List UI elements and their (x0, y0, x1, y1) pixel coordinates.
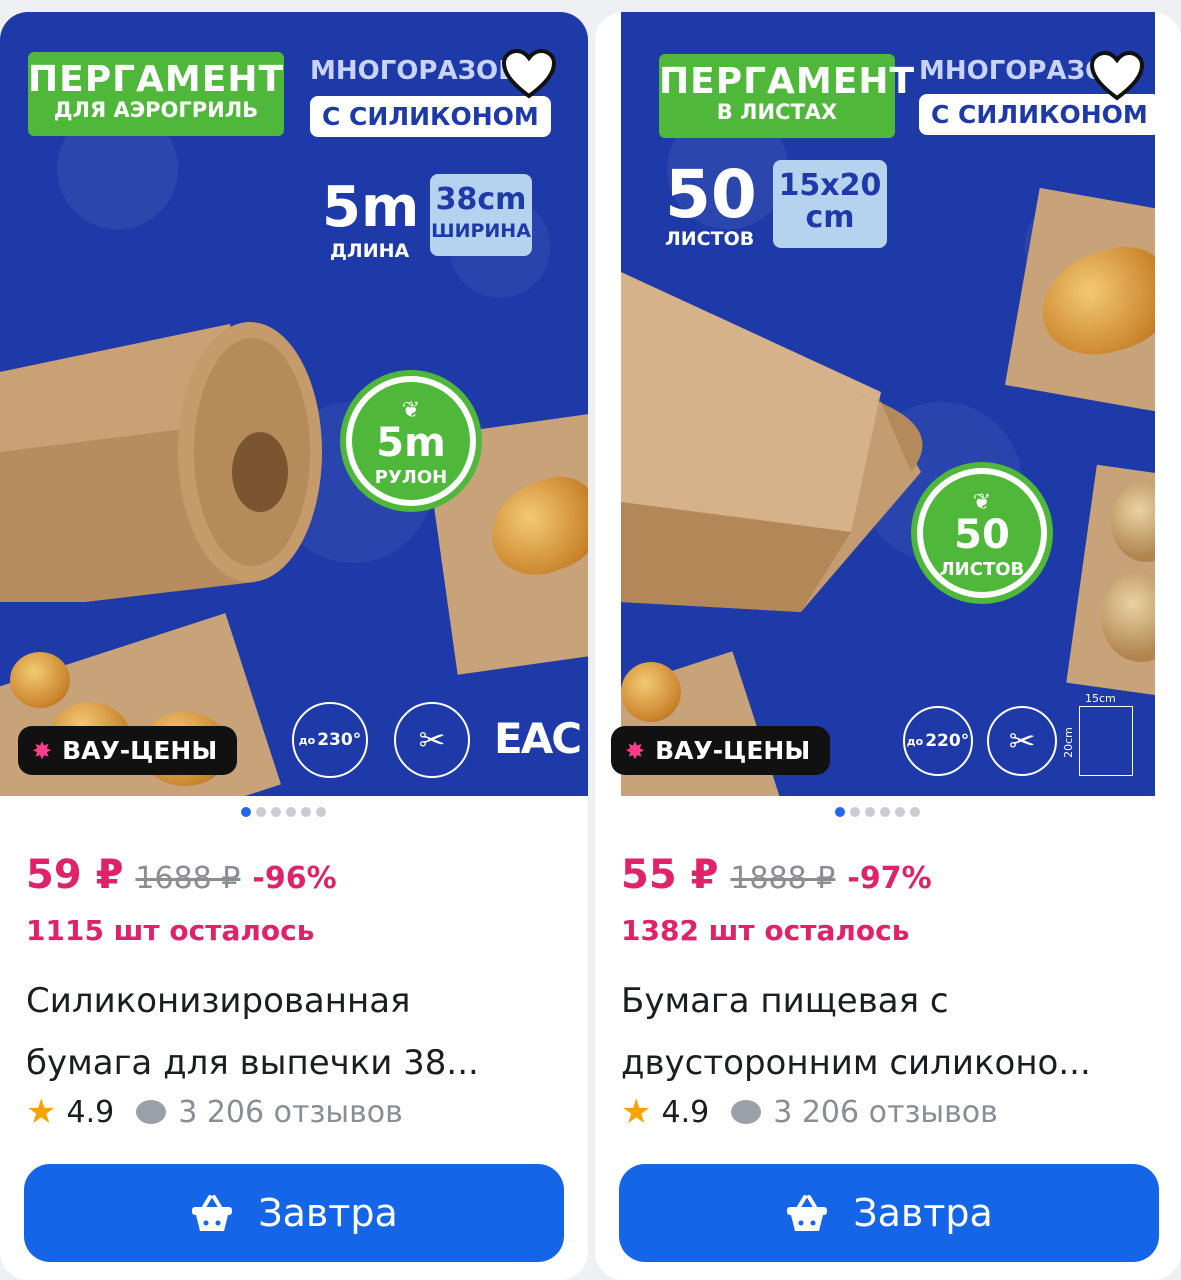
roll-seal: ❦ 5m РУЛОН (346, 376, 476, 506)
width-box: 38cm ШИРИНА (430, 174, 532, 256)
carousel-dot[interactable] (895, 807, 905, 817)
temperature-icon: до 230° (292, 702, 368, 778)
product-title[interactable]: Бумага пищевая с двусторонним силиконо..… (621, 970, 1161, 1094)
delivery-label: Завтра (258, 1191, 398, 1235)
carousel-dot[interactable] (256, 807, 266, 817)
delivery-label: Завтра (853, 1191, 993, 1235)
scissors-icon: ✂ (987, 706, 1057, 776)
stock-remaining: 1382 шт осталось (621, 914, 910, 947)
carousel-dot[interactable] (865, 807, 875, 817)
current-price: 59 ₽ (26, 852, 124, 898)
seal-label: ЛИСТОВ (939, 559, 1025, 580)
sheet-size-unit: cm (805, 199, 855, 235)
width-label: ШИРИНА (431, 219, 531, 242)
pastry-image (10, 652, 70, 708)
star-icon: ★ (621, 1092, 652, 1132)
product-type-badge: ПЕРГАМЕНТ ДЛЯ АЭРОГРИЛЬ (28, 52, 284, 136)
wow-label: ВАУ-ЦЕНЫ (655, 736, 811, 765)
paper-stack-image (621, 272, 923, 612)
rating-value: 4.9 (661, 1094, 710, 1130)
basket-icon (787, 1195, 828, 1231)
seal-value: 50 (954, 512, 1010, 558)
wow-price-badge: ✸ ВАУ-ЦЕНЫ (611, 726, 831, 775)
product-type-badge: ПЕРГАМЕНТ В ЛИСТАХ (659, 54, 916, 138)
product-card[interactable]: ПЕРГАМЕНТ В ЛИСТАХ МНОГОРАЗОВ С СИЛИКОНО… (595, 12, 1181, 1280)
price-row: 59 ₽ 1688 ₽ -96% (26, 852, 337, 898)
wow-label: ВАУ-ЦЕНЫ (62, 736, 218, 765)
product-image[interactable]: ПЕРГАМЕНТ ДЛЯ АЭРОГРИЛЬ МНОГОРАЗОВ С СИЛ… (0, 12, 588, 796)
delivery-button[interactable]: Завтра (24, 1164, 564, 1262)
pastry-image (621, 662, 681, 722)
length-value: 5m (322, 175, 420, 240)
badge-title: ПЕРГАМЕНТ (659, 61, 916, 102)
temperature-icon: до 220° (903, 706, 973, 776)
badge-subtitle: В ЛИСТАХ (716, 100, 838, 124)
length-label: ДЛИНА (330, 240, 410, 262)
size-width-label: 15cm (1085, 692, 1116, 705)
temp-prefix: до (906, 734, 924, 748)
width-value: 38cm (435, 182, 527, 217)
product-card[interactable]: ПЕРГАМЕНТ ДЛЯ АЭРОГРИЛЬ МНОГОРАЗОВ С СИЛ… (0, 12, 588, 1280)
comment-icon (731, 1100, 762, 1124)
rating-value: 4.9 (66, 1094, 115, 1130)
carousel-dot[interactable] (301, 807, 311, 817)
comment-icon (136, 1100, 167, 1124)
carousel-dot[interactable] (241, 807, 251, 817)
sheet-count-label: ЛИСТОВ (665, 228, 755, 250)
sheet-size-value: 15x20 (778, 168, 882, 203)
seal-label: РУЛОН (374, 467, 448, 488)
burst-icon: ✸ (625, 736, 646, 765)
carousel-dots[interactable] (241, 807, 326, 817)
price-row: 55 ₽ 1888 ₽ -97% (621, 852, 932, 898)
carousel-dot[interactable] (910, 807, 920, 817)
carousel-dot[interactable] (271, 807, 281, 817)
carousel-dot[interactable] (850, 807, 860, 817)
product-title[interactable]: Силиконизированная бумага для выпечки 38… (26, 970, 566, 1094)
seal-value: 5m (376, 420, 446, 466)
sheet-count-value: 50 (665, 156, 757, 233)
carousel-dot[interactable] (880, 807, 890, 817)
temp-value: 220° (925, 731, 970, 751)
reusable-label: МНОГОРАЗОВ (310, 56, 518, 86)
product-image[interactable]: ПЕРГАМЕНТ В ЛИСТАХ МНОГОРАЗОВ С СИЛИКОНО… (621, 12, 1155, 796)
rating-row[interactable]: ★ 4.9 3 206 отзывов (26, 1092, 403, 1132)
rating-row[interactable]: ★ 4.9 3 206 отзывов (621, 1092, 998, 1132)
product-title-line: бумага для выпечки 38... (26, 1043, 479, 1083)
review-count: 3 206 отзывов (773, 1094, 998, 1130)
wow-price-badge: ✸ ВАУ-ЦЕНЫ (18, 726, 238, 775)
stock-remaining: 1115 шт осталось (26, 914, 315, 947)
scissors-icon: ✂ (394, 702, 470, 778)
product-title-line: Бумага пищевая с (621, 981, 949, 1021)
sheets-seal: ❦ 50 ЛИСТОВ (917, 468, 1047, 598)
badge-title: ПЕРГАМЕНТ (28, 59, 285, 100)
current-price: 55 ₽ (621, 852, 719, 898)
product-title-line: двусторонним силиконо... (621, 1043, 1091, 1083)
temp-prefix: до (298, 733, 316, 747)
favorite-heart-icon[interactable] (500, 48, 558, 100)
size-height-label: 20cm (1061, 727, 1075, 758)
delivery-button[interactable]: Завтра (619, 1164, 1159, 1262)
carousel-dot[interactable] (835, 807, 845, 817)
old-price: 1888 ₽ (730, 861, 836, 896)
basket-icon (192, 1195, 233, 1231)
discount-badge: -96% (252, 861, 337, 896)
temp-value: 230° (317, 730, 362, 750)
review-count: 3 206 отзывов (178, 1094, 403, 1130)
burst-icon: ✸ (32, 736, 53, 765)
eac-certification-icon: EAC (494, 714, 582, 763)
sheet-size-diagram (1079, 706, 1133, 776)
badge-subtitle: ДЛЯ АЭРОГРИЛЬ (53, 98, 259, 122)
carousel-dots[interactable] (835, 807, 920, 817)
carousel-dot[interactable] (316, 807, 326, 817)
favorite-heart-icon[interactable] (1088, 50, 1146, 102)
star-icon: ★ (26, 1092, 57, 1132)
discount-badge: -97% (847, 861, 932, 896)
old-price: 1688 ₽ (135, 861, 241, 896)
paper-roll-image (0, 322, 322, 602)
carousel-dot[interactable] (286, 807, 296, 817)
silicone-label: С СИЛИКОНОМ (310, 96, 551, 137)
product-title-line: Силиконизированная (26, 981, 411, 1021)
sheet-size-box: 15x20 cm (773, 160, 887, 248)
